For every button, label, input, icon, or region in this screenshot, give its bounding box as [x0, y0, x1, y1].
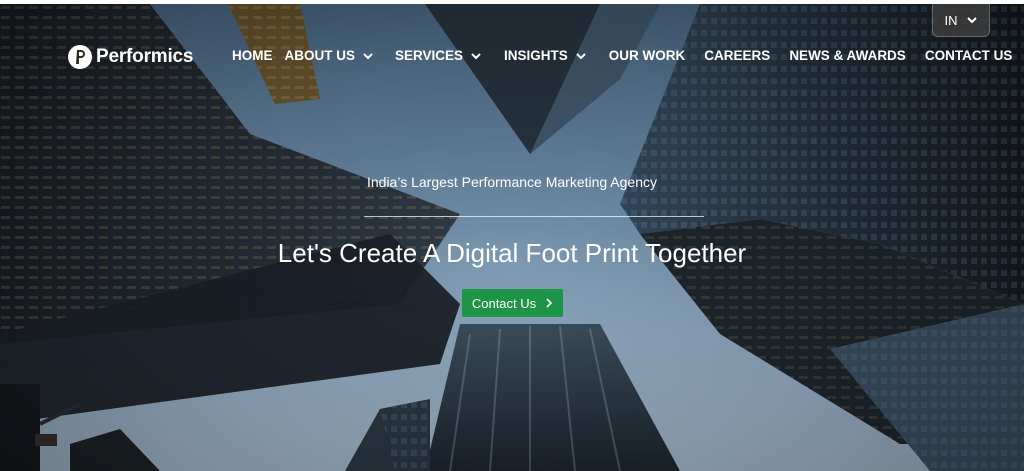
nav-item-contact-us[interactable]: CONTACT US: [925, 48, 1013, 63]
chevron-down-icon: [471, 52, 481, 59]
chevron-down-icon: [966, 17, 977, 24]
nav-item-label: NEWS & AWARDS: [789, 48, 906, 63]
nav-item-home[interactable]: HOME: [232, 48, 273, 63]
nav-item-label: INSIGHTS: [504, 48, 568, 63]
nav-item-label: CONTACT US: [924, 48, 1013, 63]
nav-item-label: ABOUT US: [284, 48, 356, 63]
performics-logo-icon: [68, 45, 92, 69]
hero-divider: [364, 216, 704, 217]
nav-item-services[interactable]: SERVICES: [395, 48, 482, 63]
performics-logo[interactable]: Performics: [68, 44, 193, 70]
hero-headline: Let's Create A Digital Foot Print Togeth…: [277, 238, 747, 268]
nav-item-careers[interactable]: CAREERS: [704, 48, 770, 63]
chevron-down-icon: [576, 52, 586, 59]
nav-item-news-awards[interactable]: NEWS & AWARDS: [789, 48, 906, 63]
nav-item-insights[interactable]: INSIGHTS: [504, 48, 587, 63]
hero-tagline: India’s Largest Performance Marketing Ag…: [366, 174, 657, 190]
brand-name: Performics: [96, 46, 194, 67]
chevron-right-icon: [546, 298, 553, 308]
contact-us-button[interactable]: Contact Us: [462, 289, 563, 317]
contact-us-button-label: Contact Us: [471, 295, 537, 311]
main-nav: HOME ABOUT US SERVICES INSIGHTS OUR WORK…: [232, 48, 1012, 63]
language-selected: IN: [944, 12, 958, 28]
nav-item-label: SERVICES: [395, 48, 464, 63]
nav-item-label: HOME: [232, 48, 273, 63]
nav-item-label: CAREERS: [704, 48, 771, 63]
language-selector[interactable]: IN: [932, 4, 990, 37]
nav-item-our-work[interactable]: OUR WORK: [609, 48, 686, 63]
nav-item-label: OUR WORK: [608, 48, 686, 63]
chevron-down-icon: [363, 52, 373, 59]
nav-item-about-us[interactable]: ABOUT US: [285, 48, 375, 63]
